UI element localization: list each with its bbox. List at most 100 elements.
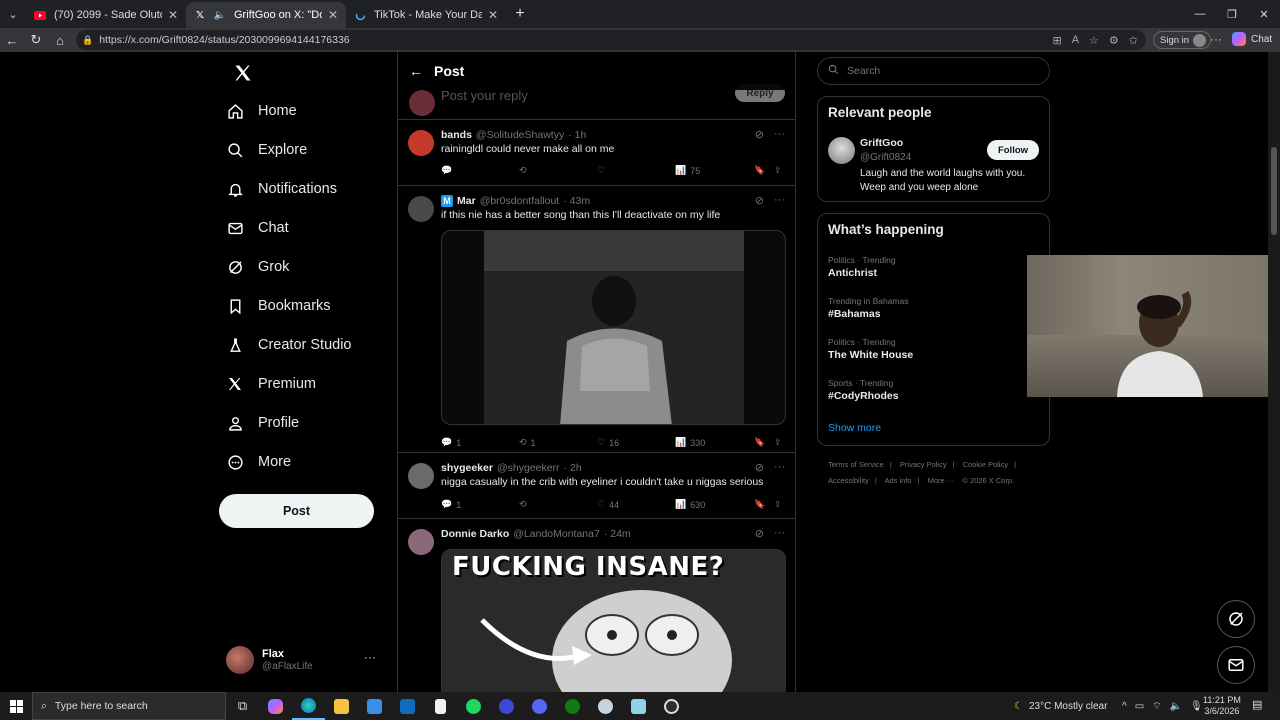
show-more-link[interactable]: Show more xyxy=(828,422,881,434)
microphone-icon[interactable]: 🎙 xyxy=(1190,701,1203,712)
nav-item-notifications[interactable]: Notifications xyxy=(226,173,337,205)
author-handle[interactable]: @shygeekerr xyxy=(497,462,560,474)
trend-name[interactable]: #Bahamas xyxy=(828,308,881,320)
tweet-time[interactable]: · 43m xyxy=(563,195,590,207)
nav-item-grok[interactable]: Grok xyxy=(226,251,289,283)
views-icon[interactable]: 📊 330 xyxy=(675,437,705,448)
tab-actions-chevron-icon[interactable]: ⌄ xyxy=(0,0,26,28)
tweet-video[interactable] xyxy=(441,230,786,425)
copilot-app-icon[interactable] xyxy=(259,692,292,720)
nav-item-bookmarks[interactable]: Bookmarks xyxy=(226,290,331,322)
discord-icon[interactable] xyxy=(523,692,556,720)
task-view-icon[interactable]: ⧉ xyxy=(226,692,259,720)
tweet-time[interactable]: · 2h xyxy=(564,462,582,474)
more-dots-icon[interactable]: ··· xyxy=(364,650,376,664)
footer-link[interactable]: More ··· xyxy=(928,476,955,485)
browser-menu-icon[interactable]: ··· xyxy=(1210,32,1222,46)
share-icon[interactable]: ⇪ xyxy=(774,499,782,510)
tab-close-icon[interactable]: ✕ xyxy=(168,8,178,22)
tweet-time[interactable]: · 24m xyxy=(604,528,631,540)
more-dots-icon[interactable]: ··· xyxy=(774,128,785,141)
document-icon[interactable] xyxy=(424,692,457,720)
trend-name[interactable]: The White House xyxy=(828,349,913,361)
search-input[interactable]: Search xyxy=(817,57,1050,85)
like-icon[interactable]: ♡ xyxy=(597,165,605,176)
nav-item-creator-studio[interactable]: Creator Studio xyxy=(226,329,352,361)
reply-tweet[interactable]: bands @SolitudeShawtyy · 1h ⊘ ··· rainin… xyxy=(398,120,795,186)
author-handle[interactable]: @br0sdontfallout xyxy=(480,195,560,207)
author-name[interactable]: shygeeker xyxy=(441,462,493,474)
share-icon[interactable]: ⇪ xyxy=(774,165,782,176)
author-name[interactable]: Donnie Darko xyxy=(441,528,509,540)
volume-icon[interactable]: 🔈 xyxy=(1170,701,1182,712)
spotify-icon[interactable] xyxy=(457,692,490,720)
minimize-icon[interactable]: — xyxy=(1184,0,1216,28)
grok-floating-button[interactable] xyxy=(1217,600,1255,638)
page-scrollbar[interactable] xyxy=(1268,52,1280,692)
person-handle[interactable]: @Grift0824 xyxy=(860,152,911,163)
person-name[interactable]: GriftGoo xyxy=(860,137,903,149)
avatar[interactable] xyxy=(828,137,855,164)
scrollbar-thumb[interactable] xyxy=(1271,147,1277,235)
tab-close-icon[interactable]: ✕ xyxy=(488,8,498,22)
xbox-icon[interactable] xyxy=(556,692,589,720)
battery-icon[interactable]: ▭ xyxy=(1135,701,1144,712)
views-icon[interactable]: 📊 630 xyxy=(675,499,705,510)
x-logo-icon[interactable] xyxy=(226,60,260,86)
edge-browser-icon[interactable] xyxy=(292,692,325,720)
reply-tweet[interactable]: shygeeker @shygeekerr · 2h ⊘ ··· nigga c… xyxy=(398,453,795,519)
browser-tab-youtube[interactable]: (70) 2099 - Sade Olutola (Official ✕ xyxy=(26,2,186,28)
avatar[interactable] xyxy=(408,130,434,156)
like-icon[interactable]: ♡ 44 xyxy=(597,499,619,510)
address-bar[interactable]: 🔒 https://x.com/Grift0824/status/2030099… xyxy=(76,30,1146,50)
file-explorer-icon[interactable] xyxy=(325,692,358,720)
tab-close-icon[interactable]: ✕ xyxy=(328,8,338,22)
reload-icon[interactable]: ↻ xyxy=(24,28,48,52)
network-icon[interactable]: ⌔ xyxy=(1152,700,1161,713)
obs-icon[interactable] xyxy=(655,692,688,720)
app-available-icon[interactable]: ⊞ xyxy=(1052,34,1061,47)
weather-widget[interactable]: ☾ 23°C Mostly clear xyxy=(1014,692,1107,720)
reply-input[interactable]: Post your reply xyxy=(441,88,528,103)
more-dots-icon[interactable]: ··· xyxy=(774,461,785,474)
close-window-icon[interactable]: ✕ xyxy=(1248,0,1280,28)
trend-name[interactable]: #CodyRhodes xyxy=(828,390,899,402)
windows-start-icon[interactable] xyxy=(0,692,32,720)
nav-item-chat[interactable]: Chat xyxy=(226,212,289,244)
read-aloud-icon[interactable]: A xyxy=(1072,34,1079,47)
grok-icon[interactable]: ⊘ xyxy=(755,527,764,540)
repost-icon[interactable]: ⟲ xyxy=(519,499,527,510)
reply-icon[interactable]: 💬 1 xyxy=(441,499,461,510)
back-arrow-icon[interactable]: ← xyxy=(398,63,434,79)
tweet-time[interactable]: · 1h xyxy=(568,129,586,141)
grok-icon[interactable]: ⊘ xyxy=(755,461,764,474)
app-icon[interactable] xyxy=(490,692,523,720)
taskbar-search-input[interactable]: ⌕ Type here to search xyxy=(32,692,226,720)
grok-icon[interactable]: ⊘ xyxy=(755,194,764,207)
footer-link[interactable]: Terms of Service xyxy=(828,460,884,469)
author-handle[interactable]: @LandoMontana7 xyxy=(513,528,600,540)
avatar[interactable] xyxy=(408,529,434,555)
notification-icon[interactable]: ▤ xyxy=(1252,698,1262,711)
reply-icon[interactable]: 💬 1 xyxy=(441,437,461,448)
follow-button[interactable]: Follow xyxy=(987,140,1039,160)
footer-link[interactable]: Accessibility xyxy=(828,476,869,485)
like-icon[interactable]: ♡ 16 xyxy=(597,437,619,448)
repost-icon[interactable]: ⟲ xyxy=(519,165,527,176)
grok-icon[interactable]: ⊘ xyxy=(755,128,764,141)
favorites-icon[interactable]: ✩ xyxy=(1129,34,1138,47)
sign-in-button[interactable]: Sign in xyxy=(1153,31,1212,49)
favorite-star-icon[interactable]: ☆ xyxy=(1089,34,1099,47)
reply-tweet[interactable]: Donnie Darko @LandoMontana7 · 24m ⊘ ··· xyxy=(398,519,795,692)
browser-tab-x[interactable]: 𝕏 🔈 GriftGoo on X: "Dogshit Popu ✕ xyxy=(186,2,346,28)
copilot-chat-button[interactable]: Chat xyxy=(1232,32,1272,46)
nav-item-profile[interactable]: Profile xyxy=(226,407,299,439)
footer-link[interactable]: Cookie Policy xyxy=(963,460,1008,469)
post-button[interactable]: Post xyxy=(219,494,374,528)
speaker-icon[interactable]: 🔈 xyxy=(214,9,226,21)
more-dots-icon[interactable]: ··· xyxy=(774,527,785,540)
repost-icon[interactable]: ⟲ 1 xyxy=(519,437,536,448)
bookmark-icon[interactable]: 🔖 xyxy=(754,437,765,448)
notepad-icon[interactable] xyxy=(622,692,655,720)
author-name[interactable]: bands xyxy=(441,129,472,141)
